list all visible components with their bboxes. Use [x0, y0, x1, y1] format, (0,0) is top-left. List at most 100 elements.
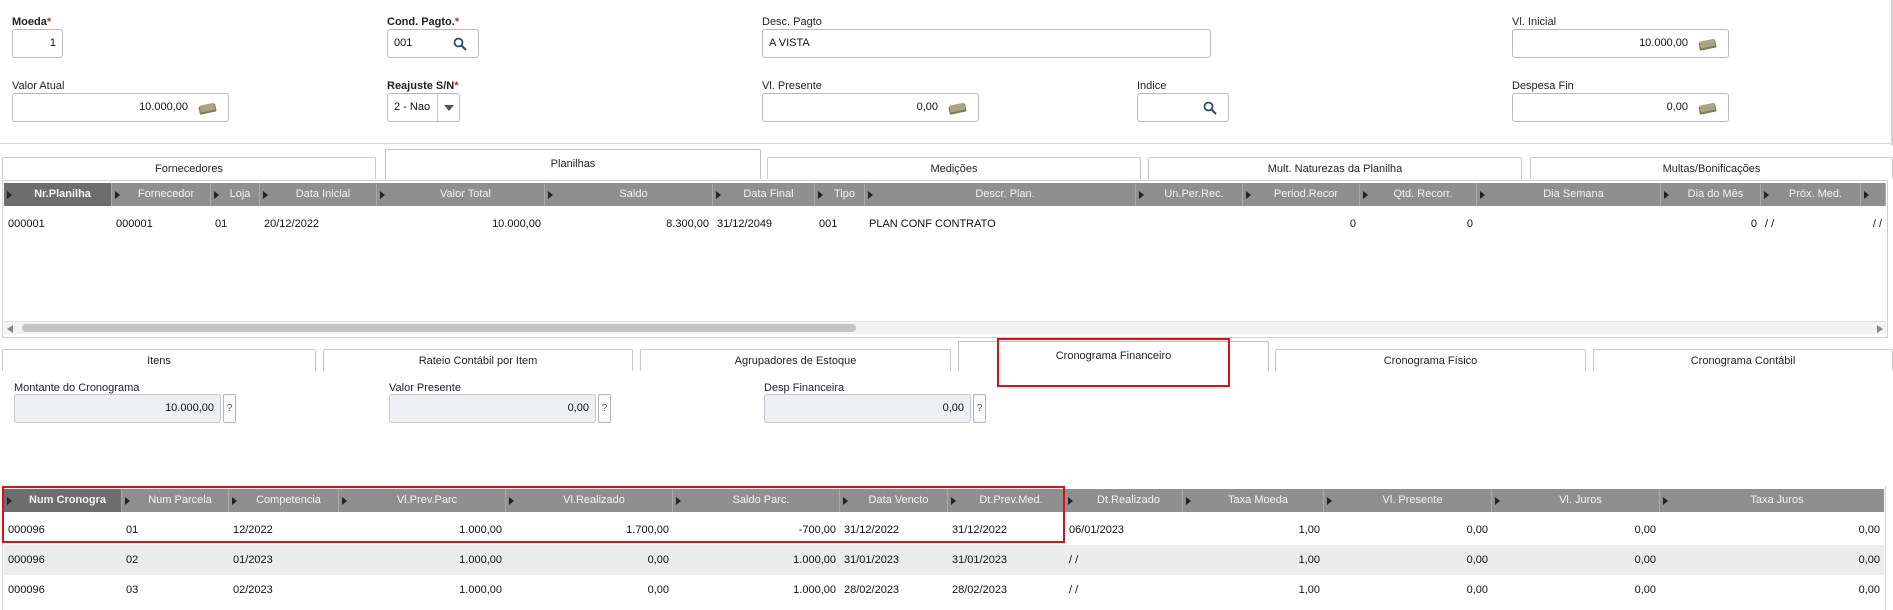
- cell-vl-realizado: 0,00: [647, 554, 669, 566]
- tab-medicoes[interactable]: Medições: [767, 157, 1141, 179]
- header-divider: [0, 143, 1893, 144]
- cell-dt-prev-med: 28/02/2023: [952, 584, 1008, 596]
- col-loja[interactable]: Loja: [211, 183, 260, 206]
- vl-presente-label: Vl. Presente: [762, 80, 822, 92]
- cell-taxa-juros: 0,00: [1858, 554, 1880, 566]
- tab-cronograma-fisico[interactable]: Cronograma Físico: [1275, 349, 1586, 371]
- table-row[interactable]: 000096 02 01/2023 1.000,00 0,00 1.000,00…: [4, 545, 1884, 575]
- search-icon[interactable]: [452, 36, 468, 52]
- cell-dt-prev-med: 31/01/2023: [952, 554, 1008, 566]
- montante-label: Montante do Cronograma: [14, 382, 140, 394]
- cell-dt-realizado: 06/01/2023: [1069, 524, 1125, 536]
- col-descr-plan[interactable]: Descr. Plan.: [865, 183, 1136, 206]
- cond-pagto-label: Cond. Pagto.*: [387, 16, 460, 28]
- highlight-box-tab: [997, 338, 1230, 387]
- valor-atual-field[interactable]: 10.000,00: [12, 93, 229, 122]
- tab-agrupadores-estoque[interactable]: Agrupadores de Estoque: [640, 349, 951, 371]
- col-data-inicial[interactable]: Data Inicial: [260, 183, 377, 206]
- valor-atual-label: Valor Atual: [12, 80, 65, 92]
- col-data-final[interactable]: Data Final: [713, 183, 815, 206]
- col-taxa-juros[interactable]: Taxa Juros: [1660, 489, 1884, 512]
- col-prox-med[interactable]: Próx. Med.: [1761, 183, 1861, 206]
- col-dia-do-mes[interactable]: Dia do Mês: [1661, 183, 1761, 206]
- cell-nr-planilha: 000001: [8, 218, 45, 230]
- cell-descr-plan: PLAN CONF CONTRATO: [869, 218, 996, 230]
- valor-presente-field[interactable]: 0,00: [389, 394, 596, 423]
- cell-prox-med: / /: [1765, 218, 1775, 230]
- indice-field[interactable]: [1137, 93, 1229, 122]
- money-icon[interactable]: [1698, 101, 1718, 115]
- tab-cronograma-contabil[interactable]: Cronograma Contábil: [1593, 349, 1893, 371]
- cell-taxa-juros: 0,00: [1858, 524, 1880, 536]
- cell-vl-realizado: 0,00: [647, 584, 669, 596]
- table-row[interactable]: 000096 03 02/2023 1.000,00 0,00 1.000,00…: [4, 575, 1884, 605]
- despesa-fin-field[interactable]: 0,00: [1512, 93, 1729, 122]
- desp-financeira-label: Desp Financeira: [764, 382, 845, 394]
- col-extra[interactable]: [1861, 183, 1886, 206]
- col-period-recor[interactable]: Period.Recor: [1243, 183, 1360, 206]
- scroll-right-icon[interactable]: [1877, 324, 1883, 336]
- cell-taxa-moeda: 1,00: [1298, 584, 1320, 596]
- cell-saldo-parc: 1.000,00: [793, 554, 836, 566]
- scroll-left-icon[interactable]: [7, 324, 13, 336]
- cond-pagto-field[interactable]: 001: [387, 29, 479, 58]
- reajuste-select[interactable]: 2 - Nao: [387, 93, 460, 122]
- vl-presente-field[interactable]: 0,00: [762, 93, 979, 122]
- valor-presente-label: Valor Presente: [389, 382, 461, 394]
- cell-vl-prev-parc: 1.000,00: [459, 584, 502, 596]
- cell-competencia: 01/2023: [233, 554, 273, 566]
- moeda-field[interactable]: 1: [12, 29, 63, 58]
- vl-inicial-field[interactable]: 10.000,00: [1512, 29, 1729, 58]
- cell-vl-juros: 0,00: [1634, 584, 1656, 596]
- cell-vl-juros: 0,00: [1634, 554, 1656, 566]
- col-nr-planilha[interactable]: Nr.Planilha: [4, 183, 112, 206]
- cell-num-parcela: 03: [126, 584, 139, 596]
- desp-financeira-field[interactable]: 0,00: [764, 394, 971, 423]
- montante-field[interactable]: 10.000,00: [14, 394, 221, 423]
- search-icon[interactable]: [1202, 100, 1218, 116]
- money-icon[interactable]: [948, 101, 968, 115]
- cell-extra: / /: [1872, 218, 1882, 230]
- horizontal-scrollbar[interactable]: [4, 321, 1886, 334]
- chevron-down-icon[interactable]: [437, 94, 459, 121]
- vl-inicial-label: Vl. Inicial: [1512, 16, 1557, 28]
- tab-fornecedores[interactable]: Fornecedores: [2, 157, 376, 179]
- cell-saldo-parc: 1.000,00: [793, 584, 836, 596]
- tab-planilhas[interactable]: Planilhas: [385, 149, 761, 179]
- help-icon[interactable]: ?: [223, 394, 236, 423]
- col-vl-presente[interactable]: Vl. Presente: [1324, 489, 1492, 512]
- cell-loja: 01: [215, 218, 228, 230]
- cell-fornecedor: 000001: [116, 218, 153, 230]
- col-saldo[interactable]: Saldo: [545, 183, 713, 206]
- col-qtd-recorr[interactable]: Qtd. Recorr.: [1360, 183, 1477, 206]
- cell-dia-semana: [1477, 209, 1661, 239]
- money-icon[interactable]: [1698, 37, 1718, 51]
- cell-vl-presente: 0,00: [1466, 554, 1488, 566]
- col-un-per-rec[interactable]: Un.Per.Rec.: [1136, 183, 1243, 206]
- cell-vl-presente: 0,00: [1466, 584, 1488, 596]
- tab-rateio-contabil[interactable]: Rateio Contábil por Item: [323, 349, 633, 371]
- cell-taxa-moeda: 1,00: [1298, 524, 1320, 536]
- moeda-label: Moeda*: [12, 16, 52, 28]
- col-taxa-moeda[interactable]: Taxa Moeda: [1183, 489, 1324, 512]
- planilhas-grid-header: Nr.Planilha Fornecedor Loja Data Inicial…: [4, 183, 1886, 206]
- scrollbar-thumb[interactable]: [22, 324, 856, 332]
- col-valor-total[interactable]: Valor Total: [377, 183, 545, 206]
- col-tipo[interactable]: Tipo: [815, 183, 865, 206]
- money-icon[interactable]: [198, 101, 218, 115]
- help-icon[interactable]: ?: [973, 394, 986, 423]
- indice-label: Indice: [1137, 80, 1167, 92]
- col-vl-juros[interactable]: Vl. Juros: [1492, 489, 1660, 512]
- highlight-box-grid: [2, 486, 1065, 543]
- tab-itens[interactable]: Itens: [2, 349, 316, 371]
- col-dia-semana[interactable]: Dia Semana: [1477, 183, 1661, 206]
- table-row[interactable]: 000001 000001 01 20/12/2022 10.000,00 8.…: [4, 209, 1886, 239]
- cell-tipo: 001: [819, 218, 838, 230]
- desc-pagto-label: Desc. Pagto: [762, 16, 822, 28]
- col-fornecedor[interactable]: Fornecedor: [112, 183, 211, 206]
- tab-mult-naturezas[interactable]: Mult. Naturezas da Planilha: [1148, 157, 1522, 179]
- help-icon[interactable]: ?: [598, 394, 611, 423]
- tab-multas-bonificacoes[interactable]: Multas/Bonificações: [1530, 157, 1893, 179]
- desc-pagto-field[interactable]: A VISTA: [762, 29, 1211, 58]
- col-dt-realizado[interactable]: Dt.Realizado: [1065, 489, 1183, 512]
